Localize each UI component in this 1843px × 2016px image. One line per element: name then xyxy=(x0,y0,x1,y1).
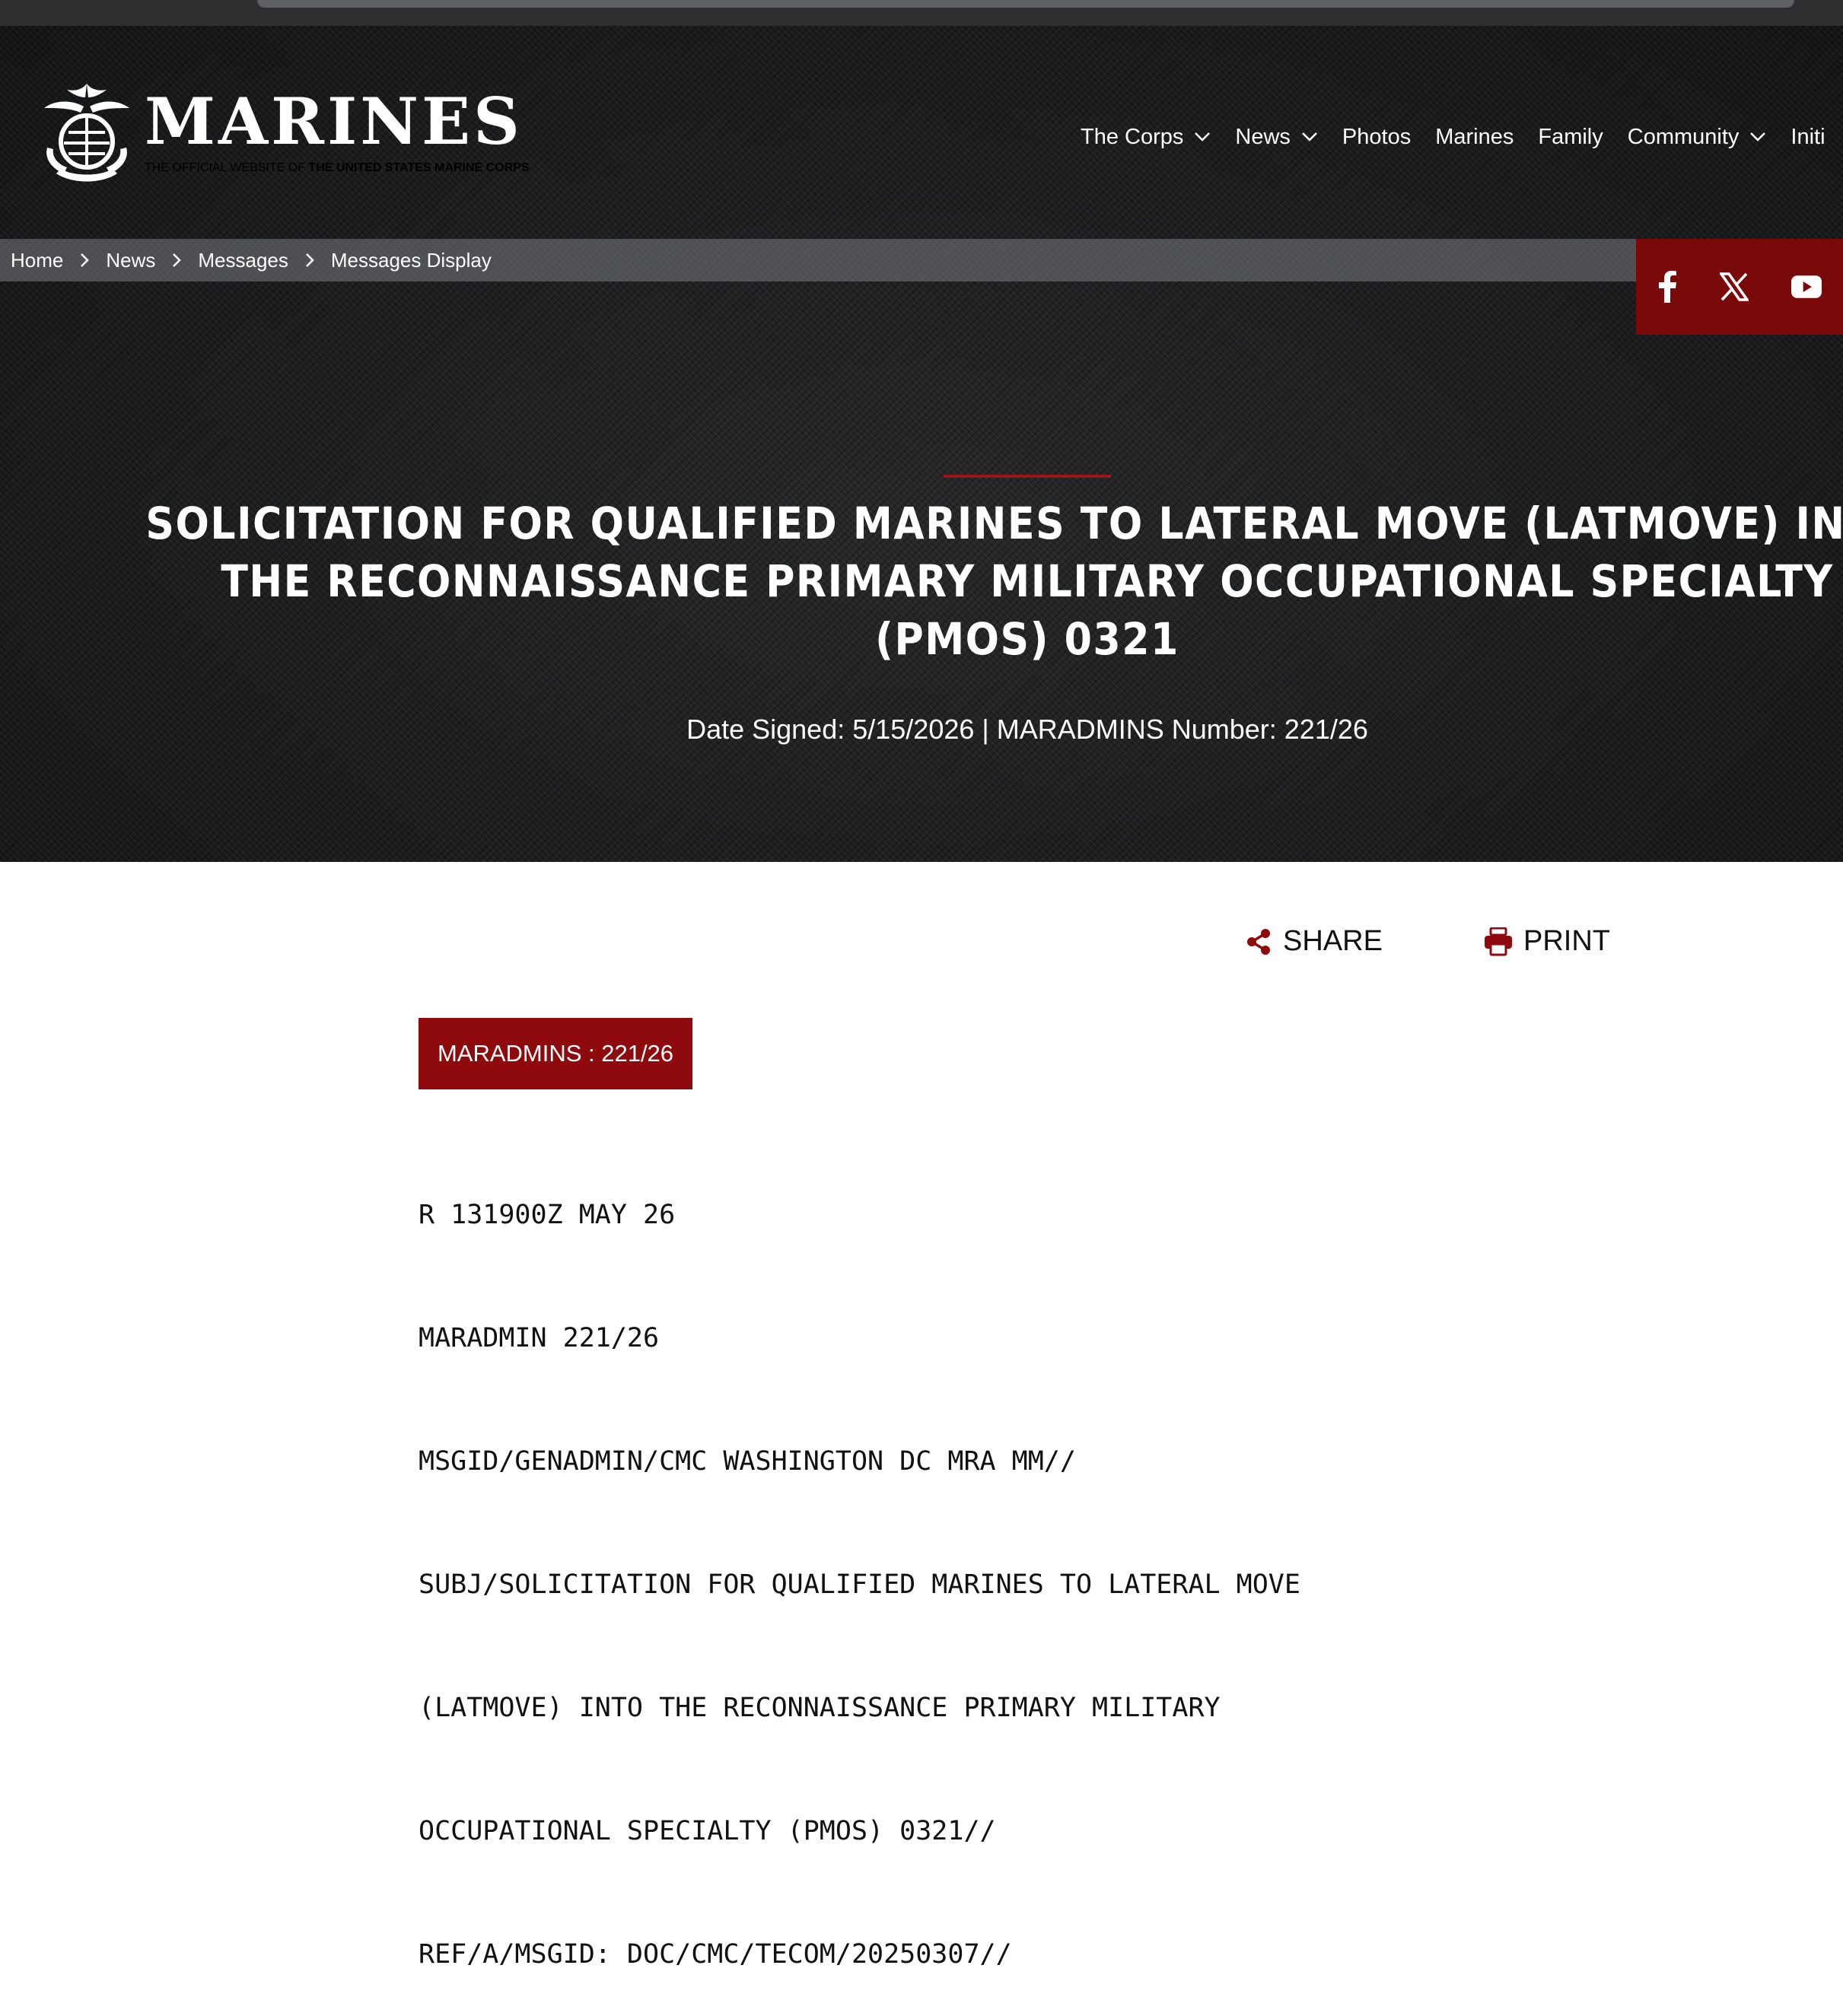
page-title-line: SOLICITATION FOR QUALIFIED MARINES TO LA… xyxy=(145,498,1843,549)
page-title: SOLICITATION FOR QUALIFIED MARINES TO LA… xyxy=(145,494,1843,668)
article-meta: Date Signed: 5/15/2026 | MARADMINS Numbe… xyxy=(686,714,1368,745)
page-header-hero: MARINES THE OFFICIAL WEBSITE OF THE UNIT… xyxy=(0,26,1843,862)
browser-url-bar[interactable] xyxy=(257,0,1794,8)
message-line: R 131900Z MAY 26 xyxy=(419,1200,676,1230)
nav-item-news[interactable]: News xyxy=(1235,125,1318,150)
chevron-right-icon xyxy=(172,253,182,268)
youtube-icon[interactable] xyxy=(1791,272,1822,302)
share-button[interactable]: SHARE xyxy=(1245,925,1383,958)
page-title-line: THE RECONNAISSANCE PRIMARY MILITARY OCCU… xyxy=(221,555,1834,607)
title-accent-line xyxy=(944,475,1111,478)
logo-tagline: THE OFFICIAL WEBSITE OF THE UNITED STATE… xyxy=(145,161,530,175)
nav-item-initiatives[interactable]: Initi xyxy=(1790,125,1825,150)
chevron-right-icon xyxy=(305,253,314,268)
breadcrumb-home[interactable]: Home xyxy=(11,249,63,272)
message-line: OCCUPATIONAL SPECIALTY (PMOS) 0321// xyxy=(419,1816,996,1846)
nav-item-label: News xyxy=(1235,124,1291,149)
printer-icon xyxy=(1485,927,1512,956)
x-icon[interactable] xyxy=(1720,272,1749,302)
message-line: SUBJ/SOLICITATION FOR QUALIFIED MARINES … xyxy=(419,1569,1300,1600)
nav-item-label: Community xyxy=(1627,124,1740,149)
message-line: MSGID/GENADMIN/CMC WASHINGTON DC MRA MM/… xyxy=(419,1446,1076,1477)
breadcrumb-messages[interactable]: Messages xyxy=(198,249,288,272)
nav-item-label: Family xyxy=(1538,124,1603,149)
breadcrumb-messages-display[interactable]: Messages Display xyxy=(331,249,492,272)
nav-item-community[interactable]: Community xyxy=(1628,125,1767,150)
tagline-prefix: THE OFFICIAL WEBSITE OF xyxy=(145,161,309,174)
chevron-right-icon xyxy=(80,253,90,268)
nav-item-photos[interactable]: Photos xyxy=(1342,125,1411,150)
chevron-down-icon xyxy=(1195,132,1211,142)
eagle-globe-anchor-icon xyxy=(44,84,129,182)
message-line: REF/A/MSGID: DOC/CMC/TECOM/20250307// xyxy=(419,1939,1012,1970)
message-line: MARADMIN 221/26 xyxy=(419,1323,660,1353)
print-label: PRINT xyxy=(1523,925,1610,957)
social-links xyxy=(1636,239,1843,335)
logo-wordmark: MARINES xyxy=(145,84,523,159)
share-label: SHARE xyxy=(1283,925,1383,957)
nav-item-label: Marines xyxy=(1435,124,1514,149)
nav-item-family[interactable]: Family xyxy=(1538,125,1603,150)
nav-item-the-corps[interactable]: The Corps xyxy=(1081,125,1211,150)
nav-item-label: The Corps xyxy=(1081,124,1184,149)
nav-item-label: Initi xyxy=(1790,124,1825,149)
share-icon xyxy=(1247,928,1270,955)
maradmin-number-badge: MARADMINS : 221/26 xyxy=(419,1018,692,1089)
print-button[interactable]: PRINT xyxy=(1484,925,1610,958)
main-navigation: The Corps News Photos Marines Family Com… xyxy=(1081,120,1843,154)
chevron-down-icon xyxy=(1750,132,1766,142)
breadcrumb: Home News Messages Messages Display xyxy=(0,239,1636,281)
tagline-strong: THE UNITED STATES MARINE CORPS xyxy=(308,161,530,174)
breadcrumb-news[interactable]: News xyxy=(106,249,155,272)
nav-item-label: Photos xyxy=(1342,124,1412,149)
nav-item-marines[interactable]: Marines xyxy=(1435,125,1514,150)
page-title-line: (PMOS) 0321 xyxy=(875,613,1179,665)
browser-chrome-strip xyxy=(0,0,1843,26)
message-line: (LATMOVE) INTO THE RECONNAISSANCE PRIMAR… xyxy=(419,1693,1221,1723)
chevron-down-icon xyxy=(1302,132,1317,142)
message-body: R 131900Z MAY 26 MARADMIN 221/26 MSGID/G… xyxy=(419,1112,1788,2016)
facebook-icon[interactable] xyxy=(1657,271,1677,303)
